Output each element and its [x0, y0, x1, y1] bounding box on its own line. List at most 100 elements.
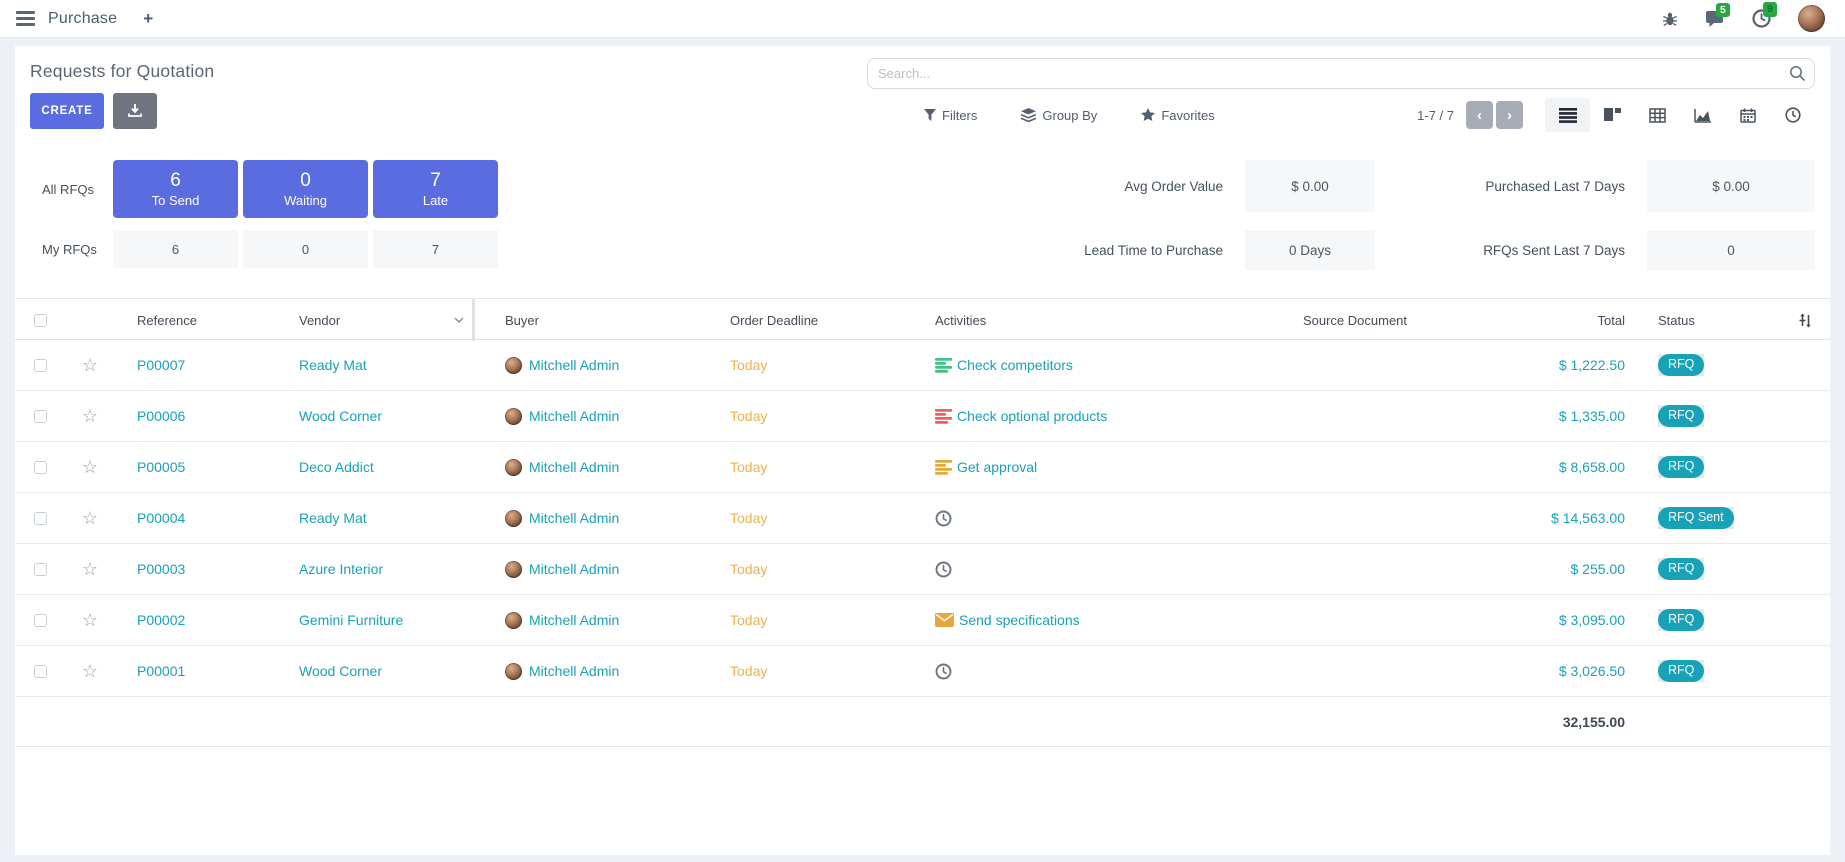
group-by-button[interactable]: Group By [1021, 108, 1097, 123]
activity-cell[interactable]: Send specifications [900, 612, 1230, 628]
header-vendor[interactable]: Vendor [275, 299, 475, 341]
create-button[interactable]: CREATE [30, 93, 104, 129]
activity-label[interactable]: Get approval [957, 459, 1037, 475]
reference-link[interactable]: P00003 [137, 561, 185, 577]
header-source-document[interactable]: Source Document [1230, 313, 1480, 328]
activity-label[interactable]: Check competitors [957, 357, 1073, 373]
row-checkbox[interactable] [34, 359, 47, 372]
activity-label[interactable]: Check optional products [957, 408, 1107, 424]
table-row[interactable]: ☆ P00003 Azure Interior Mitchell Admin T… [15, 544, 1830, 595]
favorites-button[interactable]: Favorites [1141, 108, 1214, 123]
header-activities[interactable]: Activities [900, 313, 1230, 328]
vendor-link[interactable]: Wood Corner [299, 663, 382, 679]
optional-columns-button[interactable] [1780, 313, 1830, 328]
table-row[interactable]: ☆ P00005 Deco Addict Mitchell Admin Toda… [15, 442, 1830, 493]
table-footer: 32,155.00 [15, 697, 1830, 747]
star-icon[interactable]: ☆ [82, 662, 98, 680]
app-title[interactable]: Purchase [48, 10, 117, 28]
star-icon[interactable]: ☆ [82, 611, 98, 629]
my-to-send-kpi[interactable]: 6 [113, 230, 238, 268]
late-kpi-button[interactable]: 7 Late [373, 160, 498, 218]
order-deadline: Today [730, 357, 767, 373]
waiting-kpi-button[interactable]: 0 Waiting [243, 160, 368, 218]
buyer-link[interactable]: Mitchell Admin [529, 510, 619, 526]
activity-cell[interactable] [900, 561, 1230, 578]
row-checkbox[interactable] [34, 410, 47, 423]
apps-menu-icon[interactable] [16, 11, 35, 26]
row-checkbox[interactable] [34, 614, 47, 627]
vendor-link[interactable]: Deco Addict [299, 459, 374, 475]
vendor-link[interactable]: Wood Corner [299, 408, 382, 424]
graph-view-button[interactable] [1680, 98, 1725, 132]
star-icon[interactable]: ☆ [82, 356, 98, 374]
row-checkbox[interactable] [34, 461, 47, 474]
search-icon[interactable] [1789, 65, 1806, 87]
calendar-view-button[interactable] [1725, 98, 1770, 132]
star-icon[interactable]: ☆ [82, 509, 98, 527]
buyer-link[interactable]: Mitchell Admin [529, 408, 619, 424]
select-all-checkbox[interactable] [34, 314, 47, 327]
activities-clock-icon[interactable]: 9 [1752, 9, 1771, 28]
pager-previous-button[interactable]: ‹ [1466, 101, 1493, 129]
buyer-link[interactable]: Mitchell Admin [529, 612, 619, 628]
activity-cell[interactable]: Check competitors [900, 357, 1230, 373]
buyer-link[interactable]: Mitchell Admin [529, 663, 619, 679]
table-row[interactable]: ☆ P00004 Ready Mat Mitchell Admin Today … [15, 493, 1830, 544]
star-icon[interactable]: ☆ [82, 407, 98, 425]
pager-next-button[interactable]: › [1496, 101, 1523, 129]
my-waiting-kpi[interactable]: 0 [243, 230, 368, 268]
activity-cell[interactable] [900, 510, 1230, 527]
table-row[interactable]: ☆ P00001 Wood Corner Mitchell Admin Toda… [15, 646, 1830, 697]
header-status[interactable]: Status [1650, 313, 1780, 328]
download-icon [128, 104, 142, 118]
export-button[interactable] [113, 93, 157, 129]
to-send-kpi-button[interactable]: 6 To Send [113, 160, 238, 218]
debug-bug-icon[interactable] [1662, 11, 1678, 27]
vendor-link[interactable]: Ready Mat [299, 510, 367, 526]
search-input[interactable] [867, 58, 1815, 89]
star-icon[interactable]: ☆ [82, 560, 98, 578]
table-row[interactable]: ☆ P00006 Wood Corner Mitchell Admin Toda… [15, 391, 1830, 442]
buyer-link[interactable]: Mitchell Admin [529, 357, 619, 373]
my-late-kpi[interactable]: 7 [373, 230, 498, 268]
vendor-link[interactable]: Gemini Furniture [299, 612, 403, 628]
table-row[interactable]: ☆ P00007 Ready Mat Mitchell Admin Today … [15, 340, 1830, 391]
user-avatar[interactable] [1798, 5, 1825, 32]
activity-cell[interactable]: Check optional products [900, 408, 1230, 424]
reference-link[interactable]: P00007 [137, 357, 185, 373]
page-title: Requests for Quotation [30, 61, 867, 82]
reference-link[interactable]: P00006 [137, 408, 185, 424]
order-deadline: Today [730, 561, 767, 577]
vendor-link[interactable]: Ready Mat [299, 357, 367, 373]
buyer-link[interactable]: Mitchell Admin [529, 459, 619, 475]
row-checkbox[interactable] [34, 665, 47, 678]
activity-cell[interactable] [900, 663, 1230, 680]
messages-icon[interactable]: 5 [1705, 10, 1725, 28]
row-checkbox[interactable] [34, 563, 47, 576]
row-checkbox[interactable] [34, 512, 47, 525]
activity-label[interactable]: Send specifications [959, 612, 1080, 628]
kanban-view-button[interactable] [1590, 98, 1635, 132]
reference-link[interactable]: P00004 [137, 510, 185, 526]
activity-cell[interactable]: Get approval [900, 459, 1230, 475]
activity-view-button[interactable] [1770, 98, 1815, 132]
header-buyer[interactable]: Buyer [475, 313, 700, 328]
header-deadline[interactable]: Order Deadline [700, 313, 900, 328]
reference-link[interactable]: P00005 [137, 459, 185, 475]
reference-link[interactable]: P00001 [137, 663, 185, 679]
header-reference[interactable]: Reference [115, 313, 275, 328]
vendor-link[interactable]: Azure Interior [299, 561, 383, 577]
list-view-button[interactable] [1545, 98, 1590, 132]
all-rfqs-label: All RFQs [30, 182, 108, 197]
pivot-view-button[interactable] [1635, 98, 1680, 132]
new-tab-button[interactable]: + [143, 10, 153, 27]
header-total[interactable]: Total [1480, 313, 1650, 328]
mail-activity-icon [935, 613, 954, 627]
avg-order-value: $ 0.00 [1245, 160, 1375, 212]
star-icon[interactable]: ☆ [82, 458, 98, 476]
filters-button[interactable]: Filters [924, 108, 977, 123]
table-row[interactable]: ☆ P00002 Gemini Furniture Mitchell Admin… [15, 595, 1830, 646]
status-badge: RFQ [1658, 405, 1704, 427]
reference-link[interactable]: P00002 [137, 612, 185, 628]
buyer-link[interactable]: Mitchell Admin [529, 561, 619, 577]
